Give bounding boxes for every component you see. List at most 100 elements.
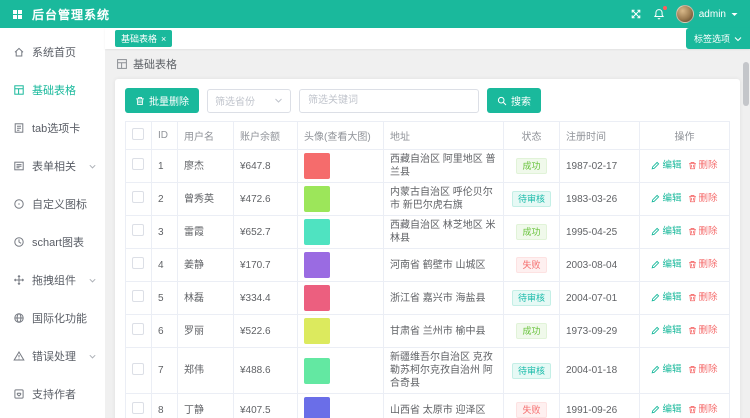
row-checkbox[interactable] [132, 224, 144, 236]
row-checkbox[interactable] [132, 323, 144, 335]
select-all-checkbox[interactable] [132, 128, 144, 140]
trash-icon [688, 194, 697, 203]
keyword-input[interactable] [299, 89, 479, 113]
sidebar-item-schart[interactable]: schart图表 [0, 223, 105, 261]
status-badge: 待审核 [512, 363, 551, 379]
delete-button[interactable]: 删除 [688, 159, 718, 172]
edit-button[interactable]: 编辑 [651, 324, 681, 337]
sidebar-item-error[interactable]: 错误处理 [0, 337, 105, 375]
batch-delete-button[interactable]: 批量删除 [125, 88, 199, 113]
delete-button[interactable]: 删除 [688, 363, 718, 376]
cell-username: 雷霞 [178, 216, 234, 249]
pen-icon [651, 194, 660, 203]
cell-balance: ¥652.7 [234, 216, 298, 249]
sidebar-item-label: 国际化功能 [32, 310, 87, 326]
cell-balance: ¥170.7 [234, 249, 298, 282]
row-checkbox[interactable] [132, 158, 144, 170]
sidebar-item-drag[interactable]: 拖拽组件 [0, 261, 105, 299]
drag-icon [13, 274, 25, 286]
sidebar-item-form[interactable]: 表单相关 [0, 147, 105, 185]
row-checkbox[interactable] [132, 290, 144, 302]
edit-button[interactable]: 编辑 [651, 225, 681, 238]
user-avatar-thumbnail[interactable] [304, 186, 330, 212]
table-row: 5林磊¥334.4浙江省 嘉兴市 海盐县待审核2004-07-01编辑删除 [126, 282, 730, 315]
delete-button[interactable]: 删除 [688, 403, 718, 416]
tab-close-icon[interactable]: × [161, 35, 166, 43]
table-icon [13, 84, 25, 96]
sidebar-item-basic-table[interactable]: 基础表格 [0, 71, 105, 109]
tabs-icon [13, 122, 25, 134]
delete-button[interactable]: 删除 [688, 291, 718, 304]
chevron-down-icon [88, 276, 97, 285]
edit-button[interactable]: 编辑 [651, 403, 681, 416]
cell-address: 西藏自治区 林芝地区 米林县 [384, 216, 504, 249]
status-badge: 成功 [516, 323, 546, 339]
sidebar-item-label: schart图表 [32, 234, 84, 250]
edit-button[interactable]: 编辑 [651, 192, 681, 205]
row-checkbox[interactable] [132, 191, 144, 203]
sidebar-item-label: tab选项卡 [32, 120, 80, 136]
fullscreen-icon[interactable] [630, 8, 642, 20]
notification-bell-icon[interactable] [653, 8, 665, 20]
search-button[interactable]: 搜索 [487, 88, 541, 113]
cell-register-date: 2004-07-01 [560, 282, 640, 315]
delete-button[interactable]: 删除 [688, 324, 718, 337]
user-avatar-thumbnail[interactable] [304, 358, 330, 384]
cell-username: 廖杰 [178, 150, 234, 183]
table-row: 8丁静¥407.5山西省 太原市 迎泽区失败1991-09-26编辑删除 [126, 394, 730, 418]
user-avatar-thumbnail[interactable] [304, 153, 330, 179]
home-icon [13, 46, 25, 58]
sidebar-item-custom-icon[interactable]: 自定义图标 [0, 185, 105, 223]
cell-id: 2 [152, 183, 178, 216]
user-avatar-thumbnail[interactable] [304, 252, 330, 278]
page-title: 基础表格 [133, 56, 177, 72]
tag-options-button[interactable]: 标签选项 [686, 28, 750, 49]
sidebar-item-i18n[interactable]: 国际化功能 [0, 299, 105, 337]
header-left: 后台管理系统 [12, 6, 110, 23]
tab-basic-table[interactable]: 基础表格 × [115, 30, 172, 47]
user-menu[interactable]: admin [676, 5, 738, 23]
pen-icon [651, 260, 660, 269]
pen-icon [651, 326, 660, 335]
status-badge: 失败 [516, 402, 546, 418]
user-avatar[interactable] [676, 5, 694, 23]
row-checkbox[interactable] [132, 402, 144, 414]
edit-button[interactable]: 编辑 [651, 363, 681, 376]
status-badge: 待审核 [512, 191, 551, 207]
sidebar-item-tab[interactable]: tab选项卡 [0, 109, 105, 147]
edit-button[interactable]: 编辑 [651, 258, 681, 271]
edit-button[interactable]: 编辑 [651, 291, 681, 304]
cell-register-date: 1983-03-26 [560, 183, 640, 216]
sidebar-item-home[interactable]: 系统首页 [0, 33, 105, 71]
i18n-icon [13, 312, 25, 324]
pen-icon [651, 227, 660, 236]
cell-username: 罗丽 [178, 315, 234, 348]
row-checkbox[interactable] [132, 257, 144, 269]
table-row: 6罗丽¥522.6甘肃省 兰州市 榆中县成功1973-09-29编辑删除 [126, 315, 730, 348]
apps-grid-icon[interactable] [12, 9, 23, 20]
scrollbar-thumb[interactable] [743, 62, 749, 106]
user-avatar-thumbnail[interactable] [304, 397, 330, 418]
user-avatar-thumbnail[interactable] [304, 285, 330, 311]
column-header: 账户余额 [234, 122, 298, 150]
app-window: 后台管理系统 admin 系统首页基础表格tab选项卡表单相关自定义图标scha… [0, 0, 750, 418]
cell-username: 林磊 [178, 282, 234, 315]
warning-icon [13, 350, 25, 362]
cell-register-date: 1973-09-29 [560, 315, 640, 348]
province-select[interactable]: 筛选省份 [207, 89, 291, 113]
delete-button[interactable]: 删除 [688, 192, 718, 205]
row-checkbox[interactable] [132, 363, 144, 375]
support-icon [13, 388, 25, 400]
sidebar-item-label: 表单相关 [32, 158, 76, 174]
edit-button[interactable]: 编辑 [651, 159, 681, 172]
table-row: 7郑伟¥488.6新疆维吾尔自治区 克孜勒苏柯尔克孜自治州 阿合奇县待审核200… [126, 348, 730, 394]
user-avatar-thumbnail[interactable] [304, 219, 330, 245]
vertical-scrollbar[interactable] [743, 50, 749, 415]
sidebar-item-support[interactable]: 支持作者 [0, 375, 105, 413]
delete-button[interactable]: 删除 [688, 225, 718, 238]
user-avatar-thumbnail[interactable] [304, 318, 330, 344]
cell-address: 内蒙古自治区 呼伦贝尔市 新巴尔虎右旗 [384, 183, 504, 216]
delete-button[interactable]: 删除 [688, 258, 718, 271]
column-header: 状态 [504, 122, 560, 150]
status-badge: 成功 [516, 224, 546, 240]
